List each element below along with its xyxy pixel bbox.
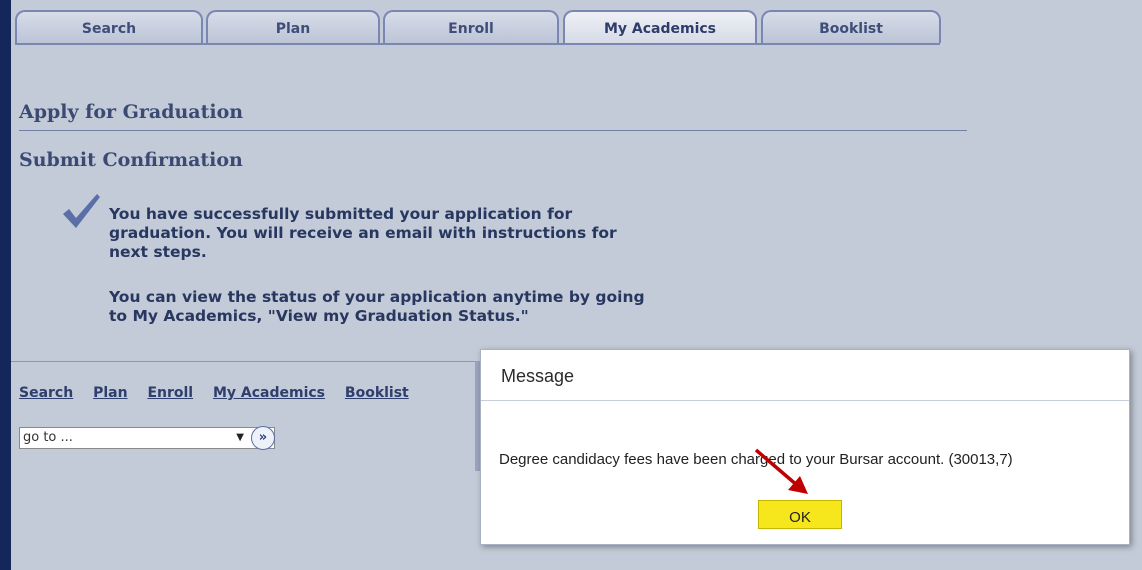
confirmation-message: You have successfully submitted your app… bbox=[109, 205, 617, 261]
tab-enroll[interactable]: Enroll bbox=[383, 10, 559, 43]
tab-search[interactable]: Search bbox=[15, 10, 203, 43]
double-chevron-right-icon[interactable]: » bbox=[251, 426, 275, 450]
tab-plan[interactable]: Plan bbox=[206, 10, 380, 43]
section-title: Submit Confirmation bbox=[19, 149, 243, 171]
footer-link-my-academics[interactable]: My Academics bbox=[213, 385, 325, 401]
divider bbox=[19, 130, 967, 131]
footer-links: Search Plan Enroll My Academics Booklist bbox=[19, 385, 424, 401]
footer-divider bbox=[11, 361, 491, 362]
checkmark-icon bbox=[63, 194, 100, 228]
tab-booklist[interactable]: Booklist bbox=[761, 10, 941, 43]
goto-select-value: go to ... bbox=[23, 430, 73, 445]
footer-link-search[interactable]: Search bbox=[19, 385, 73, 401]
tab-my-academics[interactable]: My Academics bbox=[563, 10, 757, 43]
page-title: Apply for Graduation bbox=[19, 101, 244, 123]
ok-button[interactable]: OK bbox=[758, 500, 842, 529]
tab-bar-line bbox=[15, 43, 940, 45]
footer-link-plan[interactable]: Plan bbox=[93, 385, 127, 401]
footer-link-booklist[interactable]: Booklist bbox=[345, 385, 409, 401]
status-instructions: You can view the status of your applicat… bbox=[109, 288, 645, 325]
footer-link-enroll[interactable]: Enroll bbox=[147, 385, 193, 401]
chevron-down-icon: ▼ bbox=[236, 432, 244, 443]
red-arrow-icon bbox=[754, 448, 808, 494]
dialog-title: Message bbox=[481, 350, 1129, 401]
goto-select[interactable]: go to ... ▼ bbox=[19, 427, 275, 449]
